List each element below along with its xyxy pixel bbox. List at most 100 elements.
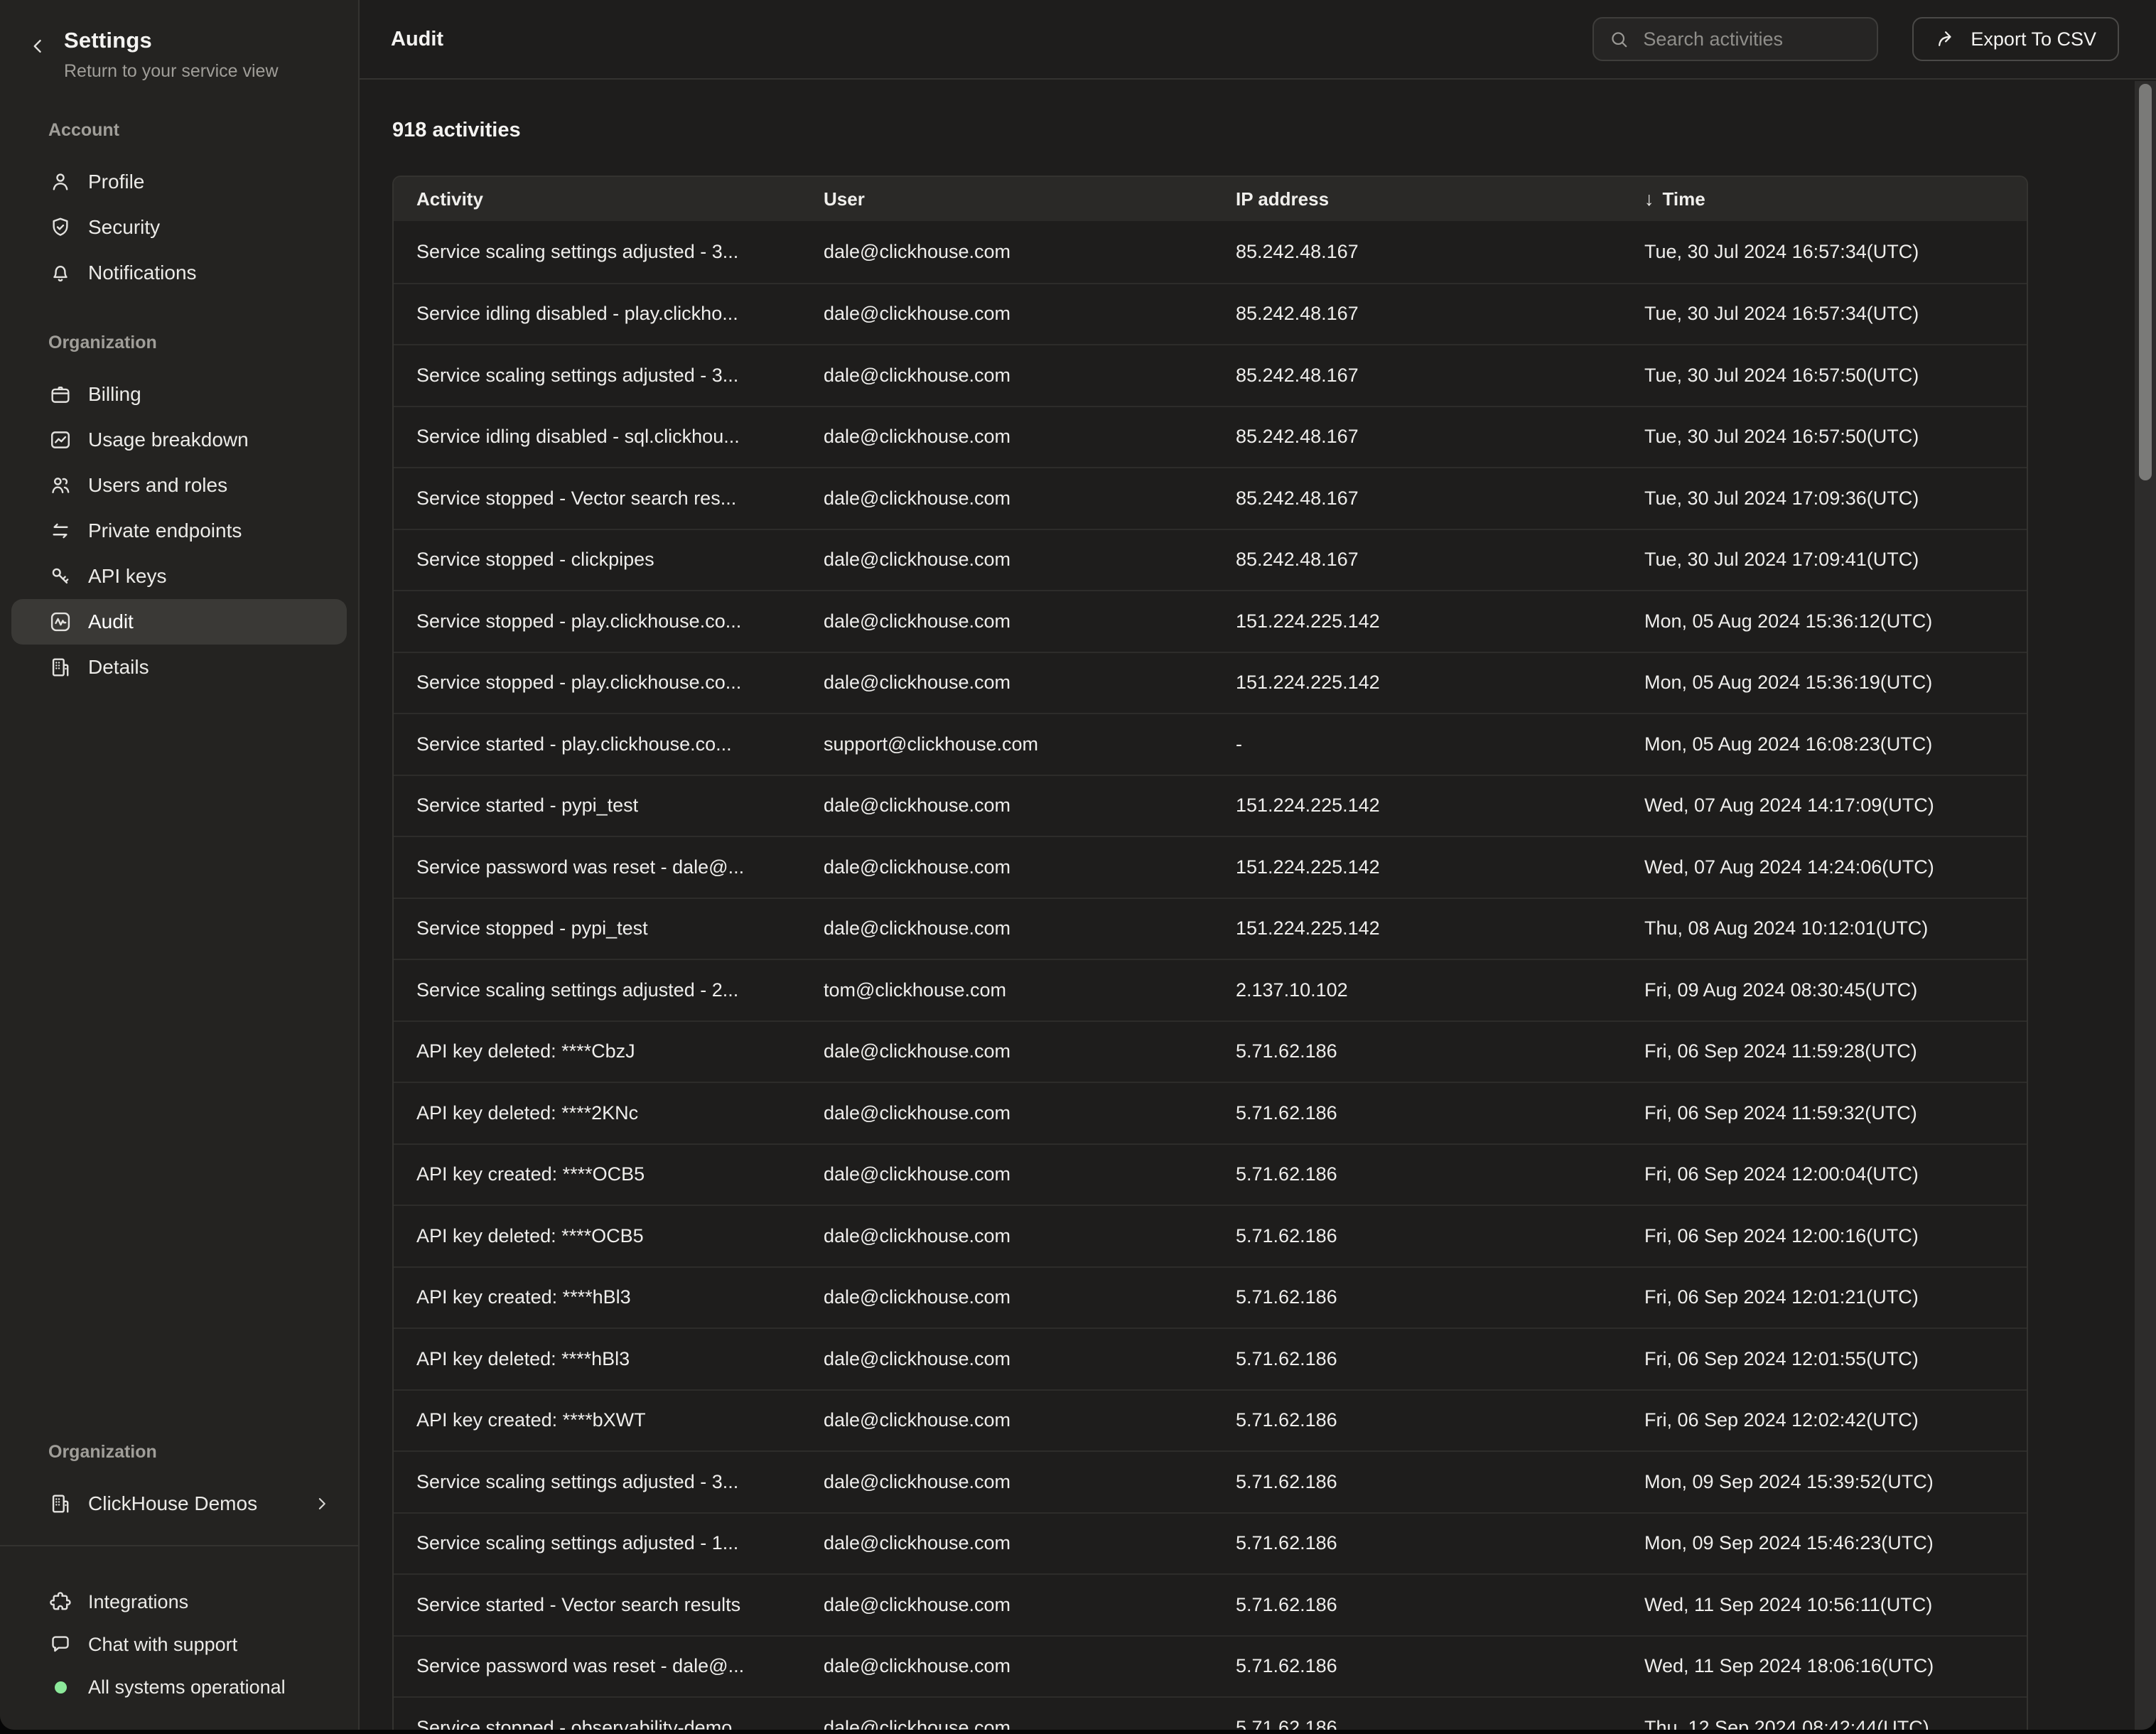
table-row[interactable]: Service scaling settings adjusted - 1...… <box>394 1512 2027 1574</box>
sidebar-item-usage-breakdown[interactable]: Usage breakdown <box>11 417 347 463</box>
table-row[interactable]: Service stopped - play.clickhouse.co...d… <box>394 590 2027 652</box>
table-row[interactable]: API key created: ****OCB5dale@clickhouse… <box>394 1143 2027 1205</box>
sidebar-item-notifications[interactable]: Notifications <box>11 250 347 296</box>
cell-ip: 151.224.225.142 <box>1213 917 1622 939</box>
table-row[interactable]: Service stopped - play.clickhouse.co...d… <box>394 652 2027 713</box>
sidebar-item-api-keys[interactable]: API keys <box>11 554 347 599</box>
cell-ip: 5.71.62.186 <box>1213 1409 1622 1431</box>
cell-user: dale@clickhouse.com <box>801 917 1213 939</box>
cell-ip: 5.71.62.186 <box>1213 1348 1622 1370</box>
table-row[interactable]: Service started - pypi_testdale@clickhou… <box>394 775 2027 836</box>
cell-user: dale@clickhouse.com <box>801 1717 1213 1730</box>
column-header-label: Activity <box>416 188 483 210</box>
column-header-label: Time <box>1663 188 1705 210</box>
cell-time: Fri, 06 Sep 2024 12:01:21(UTC) <box>1622 1286 2027 1308</box>
cell-time: Fri, 06 Sep 2024 12:01:55(UTC) <box>1622 1348 2027 1370</box>
table-row[interactable]: Service started - play.clickhouse.co...s… <box>394 713 2027 775</box>
cell-activity: Service stopped - pypi_test <box>394 917 801 939</box>
sidebar-item-label: Notifications <box>88 262 197 284</box>
sidebar-section-label-organization: Organization <box>48 1443 358 1461</box>
export-to-csv-button[interactable]: Export To CSV <box>1912 17 2119 61</box>
cell-ip: 151.224.225.142 <box>1213 856 1622 878</box>
back-chevron-icon[interactable] <box>26 34 50 58</box>
vertical-scrollbar-thumb[interactable] <box>2139 84 2152 480</box>
org-switcher-label: ClickHouse Demos <box>88 1492 257 1515</box>
cell-user: dale@clickhouse.com <box>801 795 1213 817</box>
column-header-ip[interactable]: IP address <box>1213 188 1622 210</box>
column-header-activity[interactable]: Activity <box>394 188 801 210</box>
table-row[interactable]: Service stopped - Vector search res...da… <box>394 467 2027 529</box>
org-switcher-clickhouse-demos[interactable]: ClickHouse Demos <box>11 1481 347 1526</box>
sidebar-section-label: Organization <box>48 334 358 352</box>
cell-time: Thu, 12 Sep 2024 08:42:44(UTC) <box>1622 1717 2027 1730</box>
vertical-scrollbar-track[interactable] <box>2135 81 2156 1730</box>
table-row[interactable]: Service scaling settings adjusted - 3...… <box>394 344 2027 406</box>
sidebar-item-security[interactable]: Security <box>11 205 347 250</box>
table-row[interactable]: Service scaling settings adjusted - 3...… <box>394 221 2027 283</box>
cell-user: dale@clickhouse.com <box>801 1102 1213 1124</box>
chat-icon <box>48 1632 72 1657</box>
table-row[interactable]: Service idling disabled - sql.clickhou..… <box>394 406 2027 468</box>
table-row[interactable]: Service scaling settings adjusted - 3...… <box>394 1450 2027 1512</box>
column-header-user[interactable]: User <box>801 188 1213 210</box>
table-row[interactable]: Service password was reset - dale@...dal… <box>394 836 2027 898</box>
activity-icon <box>48 610 72 634</box>
cell-ip: 5.71.62.186 <box>1213 1594 1622 1616</box>
settings-sidebar: Settings Return to your service view Acc… <box>0 0 360 1730</box>
column-header-label: IP address <box>1236 188 1329 210</box>
sidebar-item-integrations[interactable]: Integrations <box>11 1580 347 1623</box>
sidebar-item-billing[interactable]: Billing <box>11 372 347 417</box>
cell-user: tom@clickhouse.com <box>801 979 1213 1001</box>
table-row[interactable]: Service stopped - clickpipesdale@clickho… <box>394 529 2027 591</box>
cell-ip: 5.71.62.186 <box>1213 1286 1622 1308</box>
page-title: Audit <box>391 28 1558 51</box>
table-header-row: Activity User IP address ↓Time <box>394 177 2027 221</box>
wallet-icon <box>48 382 72 406</box>
sidebar-item-private-endpoints[interactable]: Private endpoints <box>11 508 347 554</box>
cell-user: dale@clickhouse.com <box>801 1225 1213 1247</box>
table-row[interactable]: API key created: ****hBl3dale@clickhouse… <box>394 1266 2027 1328</box>
sidebar-nav: AccountProfileSecurityNotificationsOrgan… <box>0 80 358 690</box>
cell-ip: 5.71.62.186 <box>1213 1655 1622 1677</box>
export-button-label: Export To CSV <box>1971 28 2096 50</box>
cell-activity: API key created: ****OCB5 <box>394 1163 801 1185</box>
cell-activity: Service scaling settings adjusted - 3... <box>394 241 801 263</box>
table-row[interactable]: Service stopped - pypi_testdale@clickhou… <box>394 898 2027 959</box>
table-row[interactable]: Service idling disabled - play.clickho..… <box>394 283 2027 345</box>
sidebar-item-users-and-roles[interactable]: Users and roles <box>11 463 347 508</box>
return-to-service-link[interactable]: Return to your service view <box>64 63 337 80</box>
cell-activity: Service stopped - observability-demo <box>394 1717 801 1730</box>
sidebar-item-audit[interactable]: Audit <box>11 599 347 645</box>
users-icon <box>48 473 72 497</box>
sidebar-item-label: All systems operational <box>88 1676 286 1698</box>
sidebar-item-chat-with-support[interactable]: Chat with support <box>11 1623 347 1666</box>
table-row[interactable]: Service scaling settings adjusted - 2...… <box>394 959 2027 1021</box>
cell-ip: 85.242.48.167 <box>1213 365 1622 387</box>
column-header-time[interactable]: ↓Time <box>1622 188 2027 210</box>
cell-time: Fri, 06 Sep 2024 12:00:04(UTC) <box>1622 1163 2027 1185</box>
sidebar-footer-list: IntegrationsChat with support All systems… <box>0 1546 358 1708</box>
cell-ip: 85.242.48.167 <box>1213 549 1622 571</box>
cell-activity: Service idling disabled - sql.clickhou..… <box>394 426 801 448</box>
sidebar-item-system-status[interactable]: All systems operational <box>11 1666 347 1708</box>
table-row[interactable]: API key deleted: ****2KNcdale@clickhouse… <box>394 1082 2027 1143</box>
building-icon <box>48 655 72 679</box>
cell-activity: Service stopped - play.clickhouse.co... <box>394 610 801 632</box>
table-row[interactable]: Service stopped - observability-demodale… <box>394 1696 2027 1730</box>
column-header-label: User <box>824 188 865 210</box>
search-input[interactable] <box>1642 28 1863 51</box>
cell-time: Tue, 30 Jul 2024 16:57:34(UTC) <box>1622 241 2027 263</box>
table-row[interactable]: API key created: ****bXWTdale@clickhouse… <box>394 1389 2027 1451</box>
table-row[interactable]: API key deleted: ****hBl3dale@clickhouse… <box>394 1328 2027 1389</box>
table-row[interactable]: Service started - Vector search resultsd… <box>394 1573 2027 1635</box>
cell-time: Wed, 07 Aug 2024 14:17:09(UTC) <box>1622 795 2027 817</box>
cell-activity: Service scaling settings adjusted - 3... <box>394 1471 801 1493</box>
cell-ip: 151.224.225.142 <box>1213 672 1622 694</box>
table-row[interactable]: API key deleted: ****OCB5dale@clickhouse… <box>394 1205 2027 1266</box>
cell-user: dale@clickhouse.com <box>801 1655 1213 1677</box>
table-row[interactable]: Service password was reset - dale@...dal… <box>394 1635 2027 1697</box>
cell-time: Mon, 09 Sep 2024 15:39:52(UTC) <box>1622 1471 2027 1493</box>
sidebar-item-profile[interactable]: Profile <box>11 159 347 205</box>
table-row[interactable]: API key deleted: ****CbzJdale@clickhouse… <box>394 1021 2027 1082</box>
sidebar-item-details[interactable]: Details <box>11 645 347 690</box>
